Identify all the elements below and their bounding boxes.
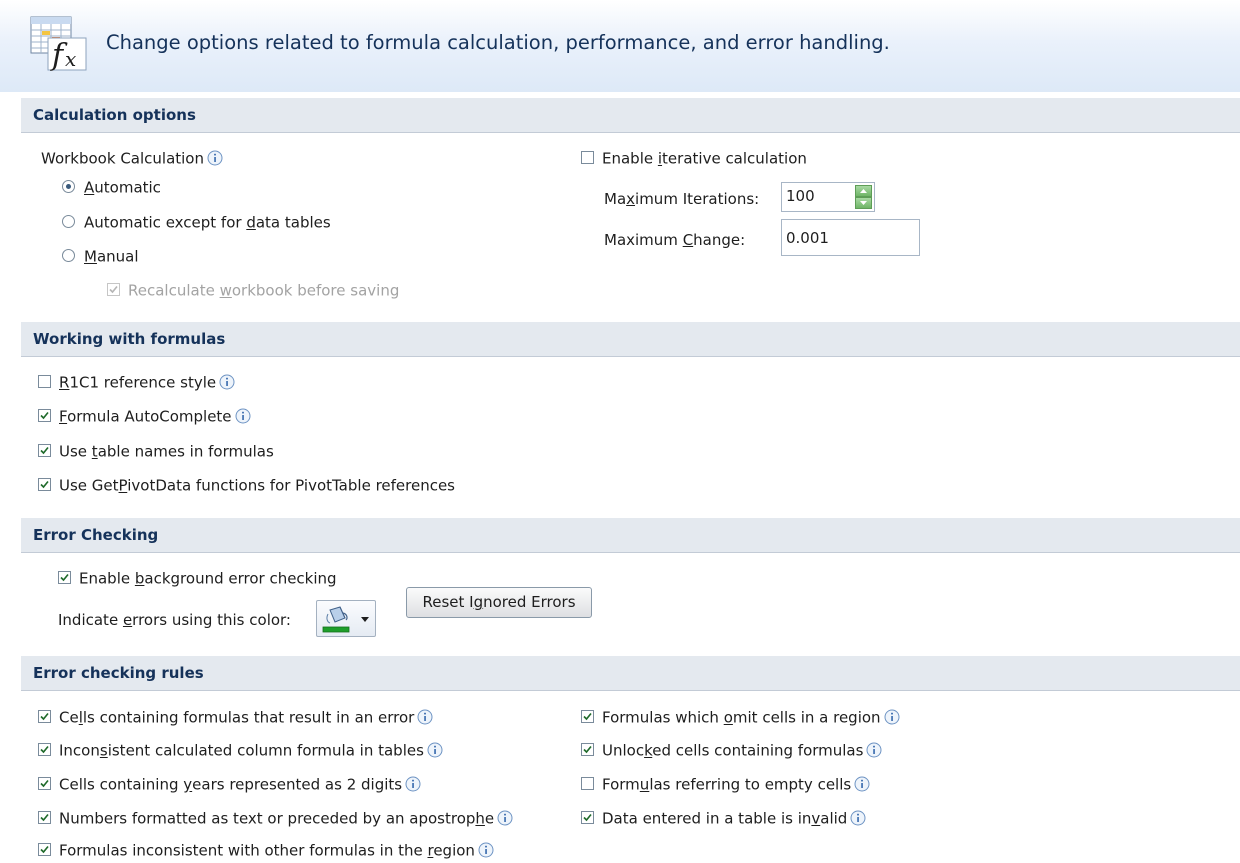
info-icon xyxy=(854,776,870,792)
checkbox[interactable] xyxy=(38,409,51,422)
checkbox[interactable] xyxy=(581,151,594,164)
info-icon xyxy=(417,709,433,725)
radio-automatic-except-data-tables[interactable]: Automatic except for data tables xyxy=(62,212,331,232)
checkbox[interactable] xyxy=(38,777,51,790)
checkbox[interactable] xyxy=(581,777,594,790)
checkbox-formula-autocomplete[interactable]: Formula AutoComplete xyxy=(38,406,251,426)
radio-manual[interactable]: Manual xyxy=(62,246,139,266)
checkbox-use-table-names[interactable]: Use table names in formulas xyxy=(38,441,274,461)
options-header: f x Change options related to formula ca… xyxy=(0,0,1240,92)
checkbox[interactable] xyxy=(581,743,594,756)
section-error-checking-rules: Error checking rules xyxy=(21,656,1240,691)
radio-button[interactable] xyxy=(62,180,75,193)
info-icon xyxy=(207,150,223,166)
spin-down-button[interactable] xyxy=(855,197,872,209)
checkbox-rule-inconsistent-region-formulas[interactable]: Formulas inconsistent with other formula… xyxy=(38,840,494,860)
checkbox[interactable] xyxy=(38,811,51,824)
info-icon xyxy=(884,709,900,725)
checkbox[interactable] xyxy=(38,375,51,388)
chevron-down-icon xyxy=(361,617,369,622)
checkbox[interactable] xyxy=(581,710,594,723)
info-icon xyxy=(850,810,866,826)
max-iterations-value[interactable]: 100 xyxy=(786,187,815,205)
checkbox[interactable] xyxy=(38,743,51,756)
radio-automatic[interactable]: Automatic xyxy=(62,177,161,197)
checkbox-rule-unlocked-cells[interactable]: Unlocked cells containing formulas xyxy=(581,740,882,760)
checkbox-rule-cells-with-errors[interactable]: Cells containing formulas that result in… xyxy=(38,707,433,727)
svg-text:x: x xyxy=(65,47,76,71)
checkbox-rule-omit-cells-in-region[interactable]: Formulas which omit cells in a region xyxy=(581,707,900,727)
checkbox-rule-empty-cell-references[interactable]: Formulas referring to empty cells xyxy=(581,774,870,794)
paint-bucket-icon xyxy=(322,606,350,633)
max-iterations-spinner[interactable]: 100 xyxy=(781,182,875,212)
checkbox[interactable] xyxy=(58,571,71,584)
checkbox[interactable] xyxy=(107,283,120,296)
info-icon xyxy=(427,742,443,758)
reset-ignored-errors-button[interactable]: Reset Ignored Errors xyxy=(406,587,592,618)
info-icon xyxy=(405,776,421,792)
section-working-with-formulas: Working with formulas xyxy=(21,322,1240,357)
checkbox-rule-inconsistent-column-formula[interactable]: Inconsistent calculated column formula i… xyxy=(38,740,443,760)
checkbox-rule-two-digit-years[interactable]: Cells containing years represented as 2 … xyxy=(38,774,421,794)
checkbox[interactable] xyxy=(581,811,594,824)
workbook-calculation-label: Workbook Calculation xyxy=(41,148,223,168)
checkbox[interactable] xyxy=(38,478,51,491)
section-title: Calculation options xyxy=(33,106,196,124)
checkbox[interactable] xyxy=(38,710,51,723)
info-icon xyxy=(219,374,235,390)
max-change-input[interactable]: 0.001 xyxy=(781,219,920,256)
checkbox-rule-invalid-table-data[interactable]: Data entered in a table is invalid xyxy=(581,808,866,828)
spin-arrows-icon xyxy=(855,185,872,209)
section-error-checking: Error Checking xyxy=(21,518,1240,553)
checkbox-enable-iterative-calculation[interactable]: Enable iterative calculation xyxy=(581,148,807,168)
max-change-label: Maximum Change: xyxy=(604,231,746,249)
error-color-label: Indicate errors using this color: xyxy=(58,611,291,629)
radio-button[interactable] xyxy=(62,215,75,228)
info-icon xyxy=(866,742,882,758)
info-icon xyxy=(478,842,494,858)
checkbox-enable-background-error-checking[interactable]: Enable background error checking xyxy=(58,568,337,588)
info-icon xyxy=(235,408,251,424)
spin-up-button[interactable] xyxy=(855,185,872,197)
error-color-picker[interactable] xyxy=(316,600,376,637)
section-title: Error checking rules xyxy=(33,664,204,682)
checkbox-rule-numbers-as-text[interactable]: Numbers formatted as text or preceded by… xyxy=(38,808,513,828)
section-title: Error Checking xyxy=(33,526,159,544)
checkbox-r1c1-reference-style[interactable]: R1C1 reference style xyxy=(38,372,235,392)
section-calculation-options: Calculation options xyxy=(21,98,1240,133)
options-description: Change options related to formula calcul… xyxy=(106,31,890,54)
checkbox[interactable] xyxy=(38,444,51,457)
section-title: Working with formulas xyxy=(33,330,226,348)
checkbox-use-getpivotdata[interactable]: Use GetPivotData functions for PivotTabl… xyxy=(38,475,455,495)
radio-button[interactable] xyxy=(62,249,75,262)
checkbox[interactable] xyxy=(38,843,51,856)
max-iterations-label: Maximum Iterations: xyxy=(604,190,760,208)
checkbox-recalculate-before-saving[interactable]: Recalculate workbook before saving xyxy=(107,280,399,300)
formula-fx-icon: f x xyxy=(30,16,87,72)
info-icon xyxy=(497,810,513,826)
